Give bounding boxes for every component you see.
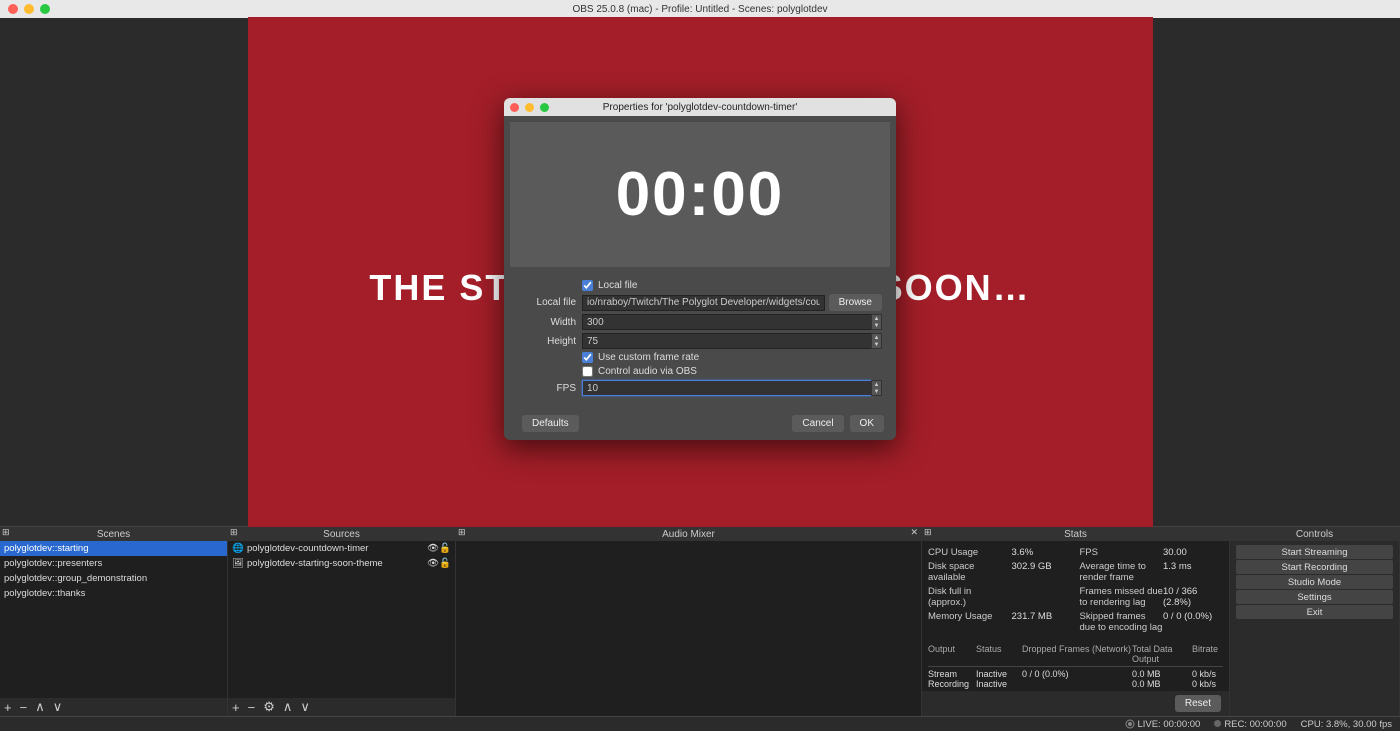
scenes-title: Scenes	[97, 529, 130, 540]
control-button-studio-mode[interactable]: Studio Mode	[1236, 575, 1393, 589]
scene-item[interactable]: polyglotdev::starting	[0, 541, 227, 556]
control-button-start-streaming[interactable]: Start Streaming	[1236, 545, 1393, 559]
sources-panel: ⊞Sources 🌐polyglotdev-countdown-timer👁🔓🖼…	[228, 527, 456, 716]
width-label: Width	[514, 317, 576, 328]
audio-mixer-panel: ⊞ Audio Mixer ✕	[456, 527, 922, 716]
height-stepper[interactable]: ▲▼	[871, 333, 882, 349]
defaults-button[interactable]: Defaults	[522, 415, 579, 432]
dialog-title: Properties for 'polyglotdev-countdown-ti…	[504, 102, 896, 113]
file-path-input[interactable]	[582, 295, 825, 311]
source-up-button[interactable]: ∧	[283, 699, 293, 715]
dock-panels: ⊞Scenes polyglotdev::startingpolyglotdev…	[0, 526, 1400, 716]
ok-button[interactable]: OK	[850, 415, 884, 432]
cancel-button[interactable]: Cancel	[792, 415, 843, 432]
source-item[interactable]: 🌐polyglotdev-countdown-timer👁🔓	[228, 541, 455, 556]
control-audio-label: Control audio via OBS	[598, 366, 697, 377]
scenes-panel: ⊞Scenes polyglotdev::startingpolyglotdev…	[0, 527, 228, 716]
stats-title: Stats	[1064, 529, 1087, 540]
lock-icon[interactable]: 🔓	[439, 543, 451, 554]
control-button-settings[interactable]: Settings	[1236, 590, 1393, 604]
close-icon[interactable]: ✕	[910, 527, 918, 538]
dock-icon[interactable]: ⊞	[924, 527, 932, 538]
visibility-icon[interactable]: 👁	[427, 543, 439, 554]
scene-item[interactable]: polyglotdev::presenters	[0, 556, 227, 571]
fps-label: FPS	[514, 383, 576, 394]
mixer-body	[456, 541, 921, 716]
dock-icon[interactable]: ⊞	[2, 527, 10, 538]
window-titlebar: OBS 25.0.8 (mac) - Profile: Untitled - S…	[0, 0, 1400, 18]
dock-icon[interactable]: ⊞	[230, 527, 238, 538]
scene-item[interactable]: polyglotdev::thanks	[0, 586, 227, 601]
sources-title: Sources	[323, 529, 360, 540]
scenes-list[interactable]: polyglotdev::startingpolyglotdev::presen…	[0, 541, 227, 698]
width-input[interactable]	[582, 314, 872, 330]
stats-row: RecordingInactive0.0 MB0 kb/s	[928, 679, 1223, 689]
remove-scene-button[interactable]: −	[20, 700, 28, 715]
add-source-button[interactable]: +	[232, 700, 240, 715]
source-properties-button[interactable]: ⚙	[263, 699, 275, 715]
status-bar: LIVE: 00:00:00 REC: 00:00:00 CPU: 3.8%, …	[0, 716, 1400, 731]
add-scene-button[interactable]: +	[4, 700, 12, 715]
mixer-title: Audio Mixer	[662, 529, 715, 540]
local-file-checkbox-label: Local file	[598, 280, 637, 291]
browse-button[interactable]: Browse	[829, 294, 882, 311]
controls-title: Controls	[1296, 529, 1333, 540]
dock-icon[interactable]: ⊞	[458, 527, 466, 538]
scene-down-button[interactable]: ∨	[53, 699, 63, 715]
stats-row: StreamInactive0 / 0 (0.0%)0.0 MB0 kb/s	[928, 669, 1223, 679]
fps-stepper[interactable]: ▲▼	[871, 380, 882, 396]
visibility-icon[interactable]: 👁	[427, 558, 439, 569]
countdown-display: 00:00	[616, 159, 785, 230]
dialog-preview: 00:00	[510, 122, 890, 267]
width-stepper[interactable]: ▲▼	[871, 314, 882, 330]
scene-item[interactable]: polyglotdev::group_demonstration	[0, 571, 227, 586]
sources-list[interactable]: 🌐polyglotdev-countdown-timer👁🔓🖼polyglotd…	[228, 541, 455, 698]
stats-reset-button[interactable]: Reset	[1175, 695, 1221, 712]
status-rec: REC: 00:00:00	[1214, 719, 1286, 730]
window-title: OBS 25.0.8 (mac) - Profile: Untitled - S…	[0, 4, 1400, 15]
height-label: Height	[514, 336, 576, 347]
height-input[interactable]	[582, 333, 872, 349]
control-audio-checkbox[interactable]	[582, 366, 593, 377]
record-dot-icon	[1214, 720, 1221, 727]
source-type-icon: 🖼	[232, 558, 244, 569]
scene-up-button[interactable]: ∧	[35, 699, 45, 715]
source-type-icon: 🌐	[232, 543, 244, 554]
local-file-checkbox[interactable]	[582, 280, 593, 291]
properties-dialog: Properties for 'polyglotdev-countdown-ti…	[504, 98, 896, 440]
file-path-label: Local file	[514, 297, 576, 308]
lock-icon[interactable]: 🔓	[439, 558, 451, 569]
source-item[interactable]: 🖼polyglotdev-starting-soon-theme👁🔓	[228, 556, 455, 571]
remove-source-button[interactable]: −	[248, 700, 256, 715]
control-button-exit[interactable]: Exit	[1236, 605, 1393, 619]
broadcast-icon	[1125, 719, 1135, 729]
custom-fps-label: Use custom frame rate	[598, 352, 699, 363]
source-down-button[interactable]: ∨	[300, 699, 310, 715]
status-live: LIVE: 00:00:00	[1125, 719, 1201, 730]
control-button-start-recording[interactable]: Start Recording	[1236, 560, 1393, 574]
dialog-titlebar: Properties for 'polyglotdev-countdown-ti…	[504, 98, 896, 116]
status-cpu: CPU: 3.8%, 30.00 fps	[1301, 719, 1392, 730]
controls-panel: Controls Start StreamingStart RecordingS…	[1230, 527, 1400, 716]
custom-fps-checkbox[interactable]	[582, 352, 593, 363]
stats-panel: ⊞Stats CPU Usage3.6%Disk space available…	[922, 527, 1230, 716]
fps-input[interactable]	[582, 380, 872, 396]
